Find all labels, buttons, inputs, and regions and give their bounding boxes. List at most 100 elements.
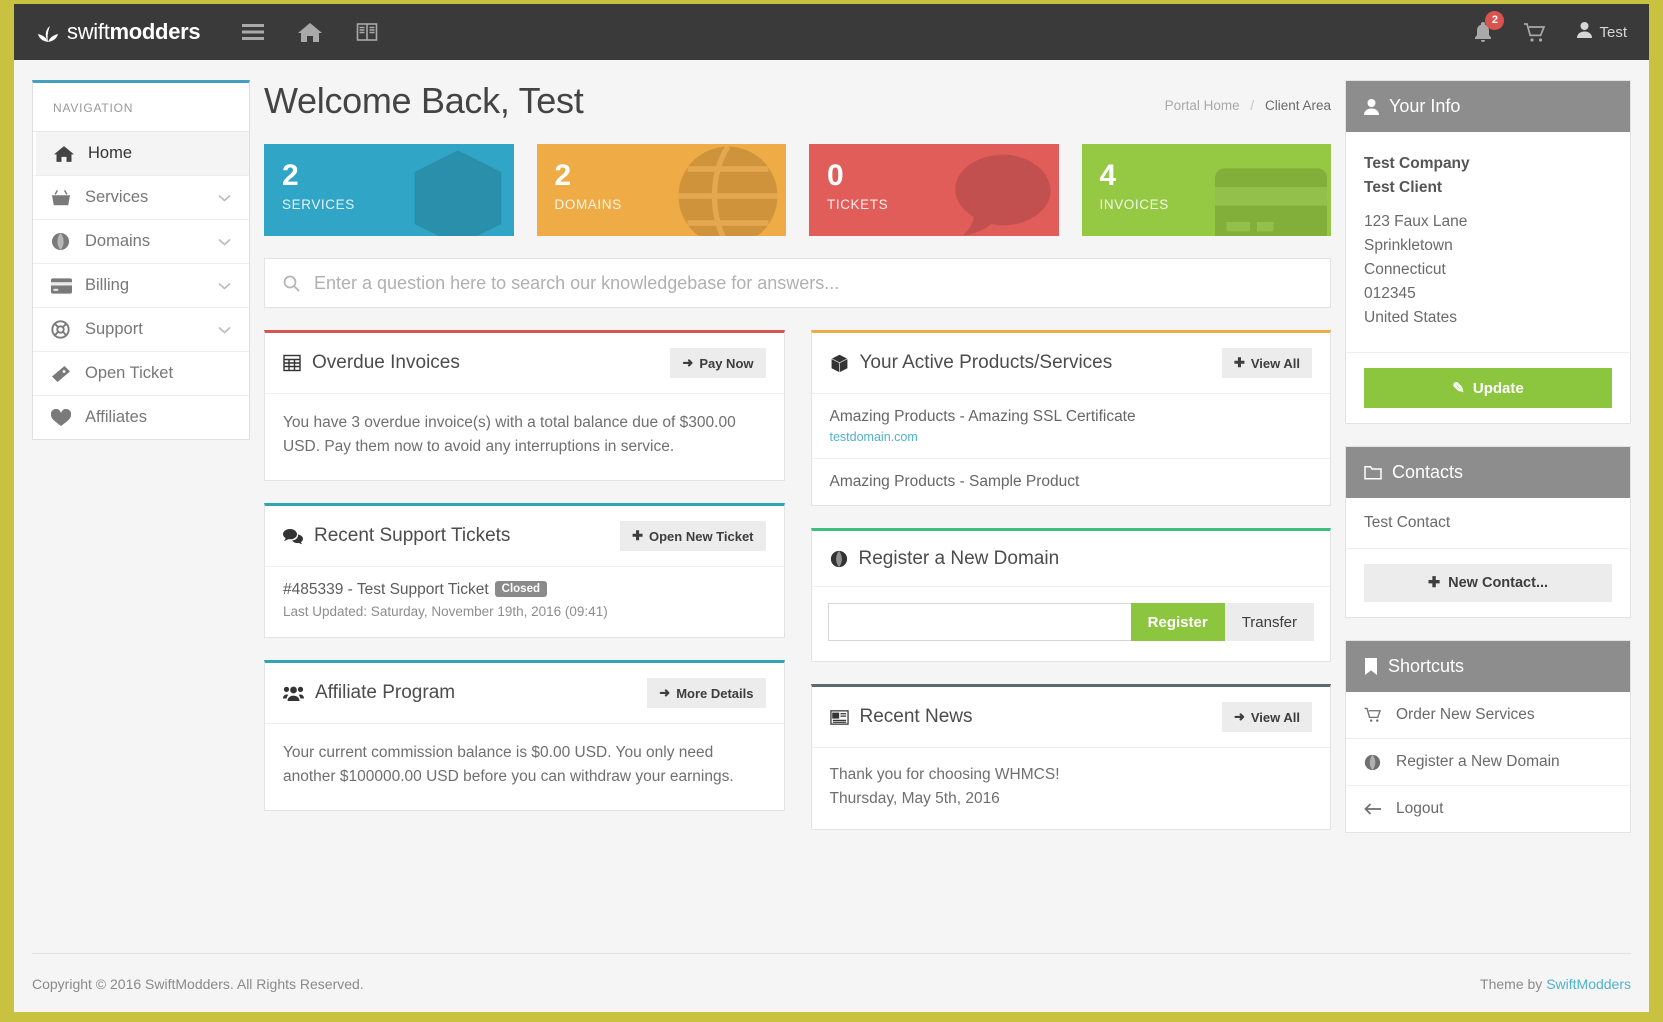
transfer-button[interactable]: Transfer bbox=[1225, 603, 1314, 641]
open-new-ticket-label: Open New Ticket bbox=[649, 529, 754, 544]
panel-header: Your Active Products/Services ✚ View All bbox=[812, 333, 1331, 394]
box-icon bbox=[830, 354, 849, 373]
arrow-right-icon: ➜ bbox=[1234, 709, 1245, 725]
stat-label: SERVICES bbox=[282, 197, 496, 212]
news-list-item[interactable]: Thank you for choosing WHMCS! Thursday, … bbox=[812, 748, 1331, 829]
navbar-right-group: 2 Test bbox=[1473, 21, 1627, 43]
stat-card-domains[interactable]: 2 DOMAINS bbox=[537, 144, 787, 236]
sidebar-item-label: Affiliates bbox=[85, 408, 231, 427]
breadcrumb-current: Client Area bbox=[1265, 98, 1331, 113]
panel-title: Register a New Domain bbox=[859, 548, 1060, 570]
sidebar-item-open-ticket[interactable]: Open Ticket bbox=[33, 352, 249, 396]
sidebar-item-support[interactable]: Support bbox=[33, 308, 249, 352]
plus-icon: ✚ bbox=[1428, 575, 1440, 591]
sidebar-item-affiliates[interactable]: Affiliates bbox=[33, 396, 249, 439]
overdue-invoices-text: You have 3 overdue invoice(s) with a tot… bbox=[265, 394, 784, 480]
open-new-ticket-button[interactable]: ✚ Open New Ticket bbox=[620, 521, 765, 551]
domain-input[interactable] bbox=[828, 603, 1131, 641]
product-list-item[interactable]: Amazing Products - Amazing SSL Certifica… bbox=[812, 394, 1331, 459]
comments-icon bbox=[283, 528, 303, 545]
globe-icon bbox=[830, 550, 848, 568]
brand-logo[interactable]: swiftmodders bbox=[36, 19, 200, 45]
address-line-2: Sprinkletown bbox=[1364, 234, 1612, 258]
stat-number: 2 bbox=[282, 160, 496, 192]
product-domain-link[interactable]: testdomain.com bbox=[830, 430, 1313, 444]
panel-header: Recent News ➜ View All bbox=[812, 687, 1331, 748]
user-menu[interactable]: Test bbox=[1577, 22, 1627, 42]
page-footer: Copyright © 2016 SwiftModders. All Right… bbox=[32, 953, 1631, 1012]
ticket-last-updated: Last Updated: Saturday, November 19th, 2… bbox=[283, 604, 766, 619]
sidebar-item-label: Open Ticket bbox=[85, 364, 231, 383]
home-icon[interactable] bbox=[298, 22, 322, 43]
sidebar-item-home[interactable]: Home bbox=[33, 132, 249, 176]
sidebar-item-label: Home bbox=[88, 144, 231, 163]
breadcrumb-portal-home[interactable]: Portal Home bbox=[1165, 98, 1240, 113]
stat-label: INVOICES bbox=[1100, 197, 1314, 212]
search-input[interactable] bbox=[314, 273, 1312, 294]
chevron-down-icon bbox=[218, 238, 231, 246]
update-button[interactable]: ✎ Update bbox=[1364, 368, 1612, 408]
bookmark-icon bbox=[1364, 658, 1378, 675]
contact-list-item[interactable]: Test Contact bbox=[1346, 498, 1630, 548]
product-name: Amazing Products - Amazing SSL Certifica… bbox=[830, 408, 1136, 425]
product-name: Amazing Products - Sample Product bbox=[830, 473, 1080, 490]
contacts-footer: ✚ New Contact... bbox=[1346, 548, 1630, 617]
navbar-icon-group bbox=[242, 22, 378, 43]
cart-icon[interactable] bbox=[1523, 22, 1547, 43]
panel-title: Your Active Products/Services bbox=[860, 352, 1113, 374]
panel-title: Contacts bbox=[1392, 462, 1463, 483]
stat-card-invoices[interactable]: 4 INVOICES bbox=[1082, 144, 1332, 236]
sidebar-item-label: Support bbox=[85, 320, 218, 339]
brand-text: swiftmodders bbox=[67, 19, 200, 45]
news-headline: Thank you for choosing WHMCS! bbox=[830, 763, 1313, 787]
stat-label: DOMAINS bbox=[555, 197, 769, 212]
status-badge: Closed bbox=[495, 581, 547, 597]
shortcut-logout[interactable]: Logout bbox=[1346, 786, 1630, 832]
panel-column-left: Overdue Invoices ➜ Pay Now You have 3 ov… bbox=[264, 330, 785, 852]
your-info-panel: Your Info Test Company Test Client 123 F… bbox=[1345, 80, 1631, 424]
panel-title: Your Info bbox=[1389, 96, 1460, 117]
register-button[interactable]: Register bbox=[1131, 603, 1225, 641]
pay-now-button[interactable]: ➜ Pay Now bbox=[670, 348, 765, 378]
pay-now-label: Pay Now bbox=[699, 356, 753, 371]
user-icon bbox=[1577, 22, 1592, 42]
panel-title: Overdue Invoices bbox=[312, 352, 460, 374]
affiliate-program-panel: Affiliate Program ➜ More Details Your cu… bbox=[264, 660, 785, 811]
stat-number: 2 bbox=[555, 160, 769, 192]
knowledgebase-search[interactable] bbox=[264, 258, 1331, 308]
panel-title: Affiliate Program bbox=[315, 682, 455, 704]
shortcut-order-new-services[interactable]: Order New Services bbox=[1346, 692, 1630, 739]
navigation-panel: NAVIGATION Home Services Domains bbox=[32, 80, 250, 440]
your-info-body: Test Company Test Client 123 Faux Lane S… bbox=[1346, 132, 1630, 352]
product-list-item[interactable]: Amazing Products - Sample Product bbox=[812, 459, 1331, 505]
shortcut-register-new-domain[interactable]: Register a New Domain bbox=[1346, 739, 1630, 786]
breadcrumb: Portal Home / Client Area bbox=[1165, 98, 1331, 122]
credit-card-icon bbox=[51, 278, 85, 294]
view-all-news-button[interactable]: ➜ View All bbox=[1222, 702, 1312, 732]
address-line-3: Connecticut bbox=[1364, 258, 1612, 282]
panel-header: Your Info bbox=[1346, 81, 1630, 132]
sidebar-item-domains[interactable]: Domains bbox=[33, 220, 249, 264]
stat-card-services[interactable]: 2 SERVICES bbox=[264, 144, 514, 236]
notifications-button[interactable]: 2 bbox=[1473, 21, 1493, 43]
stat-card-tickets[interactable]: 0 TICKETS bbox=[809, 144, 1059, 236]
right-sidebar: Your Info Test Company Test Client 123 F… bbox=[1345, 80, 1631, 939]
company-name: Test Company bbox=[1364, 152, 1612, 176]
theme-link[interactable]: SwiftModders bbox=[1546, 976, 1631, 992]
stat-number: 4 bbox=[1100, 160, 1314, 192]
view-all-products-button[interactable]: ✚ View All bbox=[1222, 348, 1312, 378]
stat-label: TICKETS bbox=[827, 197, 1041, 212]
sidebar-item-label: Billing bbox=[85, 276, 218, 295]
left-sidebar: NAVIGATION Home Services Domains bbox=[32, 80, 250, 939]
more-details-button[interactable]: ➜ More Details bbox=[647, 678, 765, 708]
shortcut-label: Logout bbox=[1396, 800, 1443, 818]
news-icon[interactable] bbox=[356, 22, 378, 42]
chevron-down-icon bbox=[218, 282, 231, 290]
sidebar-item-services[interactable]: Services bbox=[33, 176, 249, 220]
menu-icon[interactable] bbox=[242, 23, 264, 41]
users-icon bbox=[283, 685, 304, 702]
sidebar-item-billing[interactable]: Billing bbox=[33, 264, 249, 308]
new-contact-button[interactable]: ✚ New Contact... bbox=[1364, 564, 1612, 602]
ticket-icon bbox=[51, 365, 85, 383]
ticket-list-item[interactable]: #485339 - Test Support TicketClosed Last… bbox=[265, 567, 784, 637]
